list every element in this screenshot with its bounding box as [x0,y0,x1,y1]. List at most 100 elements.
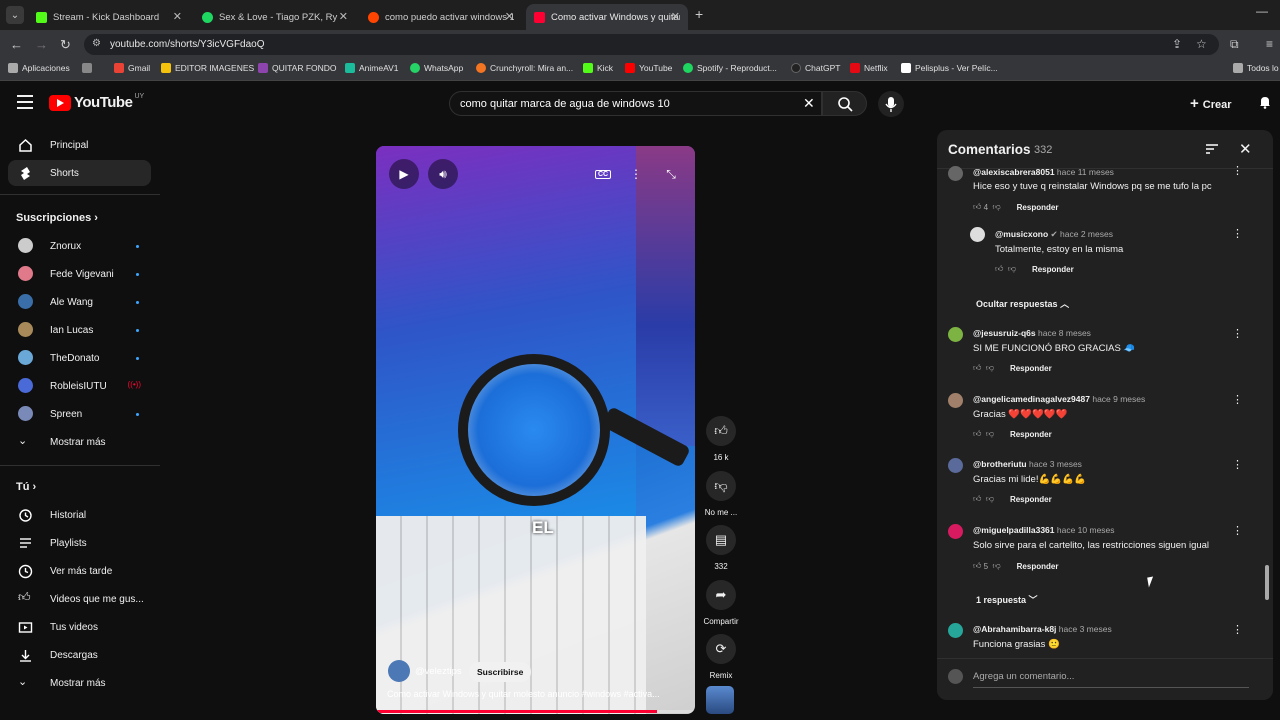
reload-icon[interactable]: ↻ [60,37,71,53]
channel-avatar[interactable] [388,660,410,682]
comment-avatar[interactable] [948,166,963,181]
comment-author[interactable]: @brotheriutu hace 3 meses [973,459,1082,469]
fullscreen-button[interactable]: ⤡ [656,159,686,189]
sidebar-item-sub[interactable]: RobleisIUTU ((•)) [8,373,151,399]
sidebar-item-descargas[interactable]: Descargas [8,642,151,668]
show-replies-button[interactable]: 1 respuesta ﹀ [976,593,1038,606]
close-tab-icon[interactable]: ✕ [671,10,680,23]
sidebar-item-shorts[interactable]: Shorts [8,160,151,186]
forward-arrow-icon[interactable]: → [35,37,48,52]
new-tab-button[interactable]: + [695,6,703,22]
captions-button[interactable]: CC [588,159,618,189]
bookmark-pelisplus[interactable]: Pelisplus - Ver Pelíc... [901,63,998,73]
sidebar-item-sub[interactable]: Ian Lucas [8,317,151,343]
sidebar-item-principal[interactable]: Principal [8,132,151,158]
sidebar-item-ver-mas-tarde[interactable]: Ver más tarde [8,558,151,584]
bookmark-animeav1[interactable]: AnimeAV1 [345,63,399,73]
share-button[interactable]: ➦ Compartir [700,580,742,626]
site-info-icon[interactable]: ⚙ [92,38,101,49]
bookmark-gmail[interactable]: Gmail [114,63,150,73]
menu-icon[interactable]: ≡ [1266,37,1273,51]
play-button[interactable]: ▶ [389,159,419,189]
notifications-bell-icon[interactable] [1258,95,1272,109]
comment-more-icon[interactable]: ⋮ [1232,393,1243,406]
subscriptions-heading[interactable]: Suscripciones › [16,212,98,224]
comment-avatar[interactable] [948,524,963,539]
thumbs-up-icon[interactable]: 👍︎ [973,363,981,373]
thumbs-up-icon[interactable]: 👍︎ [973,429,981,439]
bookmark-all[interactable]: Todos lo [1233,63,1279,73]
comment-author[interactable]: @alexiscabrera8051 hace 11 meses [973,167,1114,177]
thumbs-up-icon[interactable]: 👍︎ [973,494,981,504]
reply-button[interactable]: Responder [1010,495,1052,504]
tab-kick[interactable]: Stream - Kick Dashboard ✕ [28,4,190,30]
comment-more-icon[interactable]: ⋮ [1232,227,1243,240]
comment-author[interactable]: @miguelpadilla3361 hace 10 meses [973,525,1115,535]
sidebar-item-liked-videos[interactable]: 👍︎ Videos que me gus... [8,586,151,612]
volume-button[interactable]: 🔊︎ [428,159,458,189]
comment-author[interactable]: @musicxono ✔ hace 2 meses [995,229,1113,240]
thumbs-up-icon[interactable]: 👍︎ [995,264,1003,274]
search-input[interactable]: como quitar marca de agua de windows 10 [449,91,822,116]
comments-button[interactable]: ▤ 332 [700,525,742,571]
video-title[interactable]: Como activar Windows y quitar molesto an… [387,689,685,699]
create-button[interactable]: + Crear [1190,95,1232,112]
thumbs-down-icon[interactable]: 👎︎ [986,363,994,373]
thumbs-down-icon[interactable]: 👎︎ [1008,264,1016,274]
dislike-button[interactable]: 👎︎ No me ... [700,471,742,517]
comment-author[interactable]: @jesusruiz-q6s hace 8 meses [973,328,1091,338]
comment-author[interactable]: @Abrahamibarra-k8j hace 3 meses [973,624,1112,634]
sidebar-item-historial[interactable]: Historial [8,502,151,528]
thumbs-down-icon[interactable]: 👎︎ [993,202,1001,212]
bookmark-spotify[interactable]: Spotify - Reproduct... [683,63,777,73]
bookmark-whatsapp[interactable]: WhatsApp [410,63,463,73]
back-arrow-icon[interactable]: ← [10,37,23,52]
thumbs-up-icon[interactable]: 👍︎ [973,561,981,571]
channel-name[interactable]: @veleztips [415,666,462,677]
shorts-video-player[interactable]: ▶ 🔊︎ CC ⋮ ⤡ EL @veleztips Suscribirse Co… [376,146,695,714]
bookmark-kick[interactable]: Kick [583,63,613,73]
show-more-subscriptions[interactable]: ⌄ Mostrar más [8,429,151,455]
comment-more-icon[interactable]: ⋮ [1232,327,1243,340]
search-button[interactable] [822,91,867,116]
sidebar-item-tus-videos[interactable]: Tus videos [8,614,151,640]
bookmark-youtube[interactable]: YouTube [625,63,672,73]
thumbs-up-icon[interactable]: 👍︎ [973,202,981,212]
sidebar-item-sub[interactable]: Spreen [8,401,151,427]
tab-reddit[interactable]: como puedo activar windows 1 ✕ [360,4,522,30]
bookmark-apps[interactable]: Aplicaciones [8,63,70,73]
comments-scrollbar[interactable] [1265,170,1269,660]
hamburger-menu-icon[interactable] [17,95,33,109]
sound-source-thumbnail[interactable] [706,686,734,714]
bookmark-crunchyroll[interactable]: Crunchyroll: Mira an... [476,63,573,73]
comment-more-icon[interactable]: ⋮ [1232,623,1243,636]
show-more-you[interactable]: ⌄ Mostrar más [8,670,151,696]
reply-button[interactable]: Responder [1032,265,1074,274]
sidebar-item-playlists[interactable]: Playlists [8,530,151,556]
tab-youtube-active[interactable]: Como activar Windows y quitar ✕ [526,4,688,30]
url-bar[interactable]: ⚙ youtube.com/shorts/Y3icVGFdaoQ [84,34,1219,55]
like-button[interactable]: 👍︎ 16 k [700,416,742,462]
sidebar-item-sub[interactable]: TheDonato [8,345,151,371]
comment-more-icon[interactable]: ⋮ [1232,458,1243,471]
thumbs-down-icon[interactable]: 👎︎ [993,561,1001,571]
close-tab-icon[interactable]: ✕ [505,10,514,23]
scrollbar-thumb[interactable] [1265,565,1269,600]
comment-avatar[interactable] [948,623,963,638]
bookmark-quitar-fondo[interactable]: QUITAR FONDO [258,63,337,73]
tab-spotify[interactable]: Sex & Love - Tiago PZK, Ry ✕ [194,4,356,30]
add-comment-box[interactable]: Agrega un comentario... [937,658,1273,700]
install-app-icon[interactable]: ⇪ [1172,37,1182,51]
voice-search-button[interactable] [878,91,904,117]
youtube-logo[interactable]: YouTube UY [49,93,144,111]
thumbs-down-icon[interactable]: 👎︎ [986,429,994,439]
bookmark-chatgpt[interactable]: ChatGPT [791,63,840,73]
comment-more-icon[interactable]: ⋮ [1232,164,1243,177]
reply-button[interactable]: Responder [1017,203,1059,212]
comment-avatar[interactable] [948,458,963,473]
comment-author[interactable]: @angelicamedinagalvez9487 hace 9 meses [973,394,1145,404]
bookmark-grid[interactable] [82,63,96,73]
bookmark-star-icon[interactable]: ☆ [1196,37,1207,51]
more-options-button[interactable]: ⋮ [621,159,651,189]
comment-avatar[interactable] [948,393,963,408]
